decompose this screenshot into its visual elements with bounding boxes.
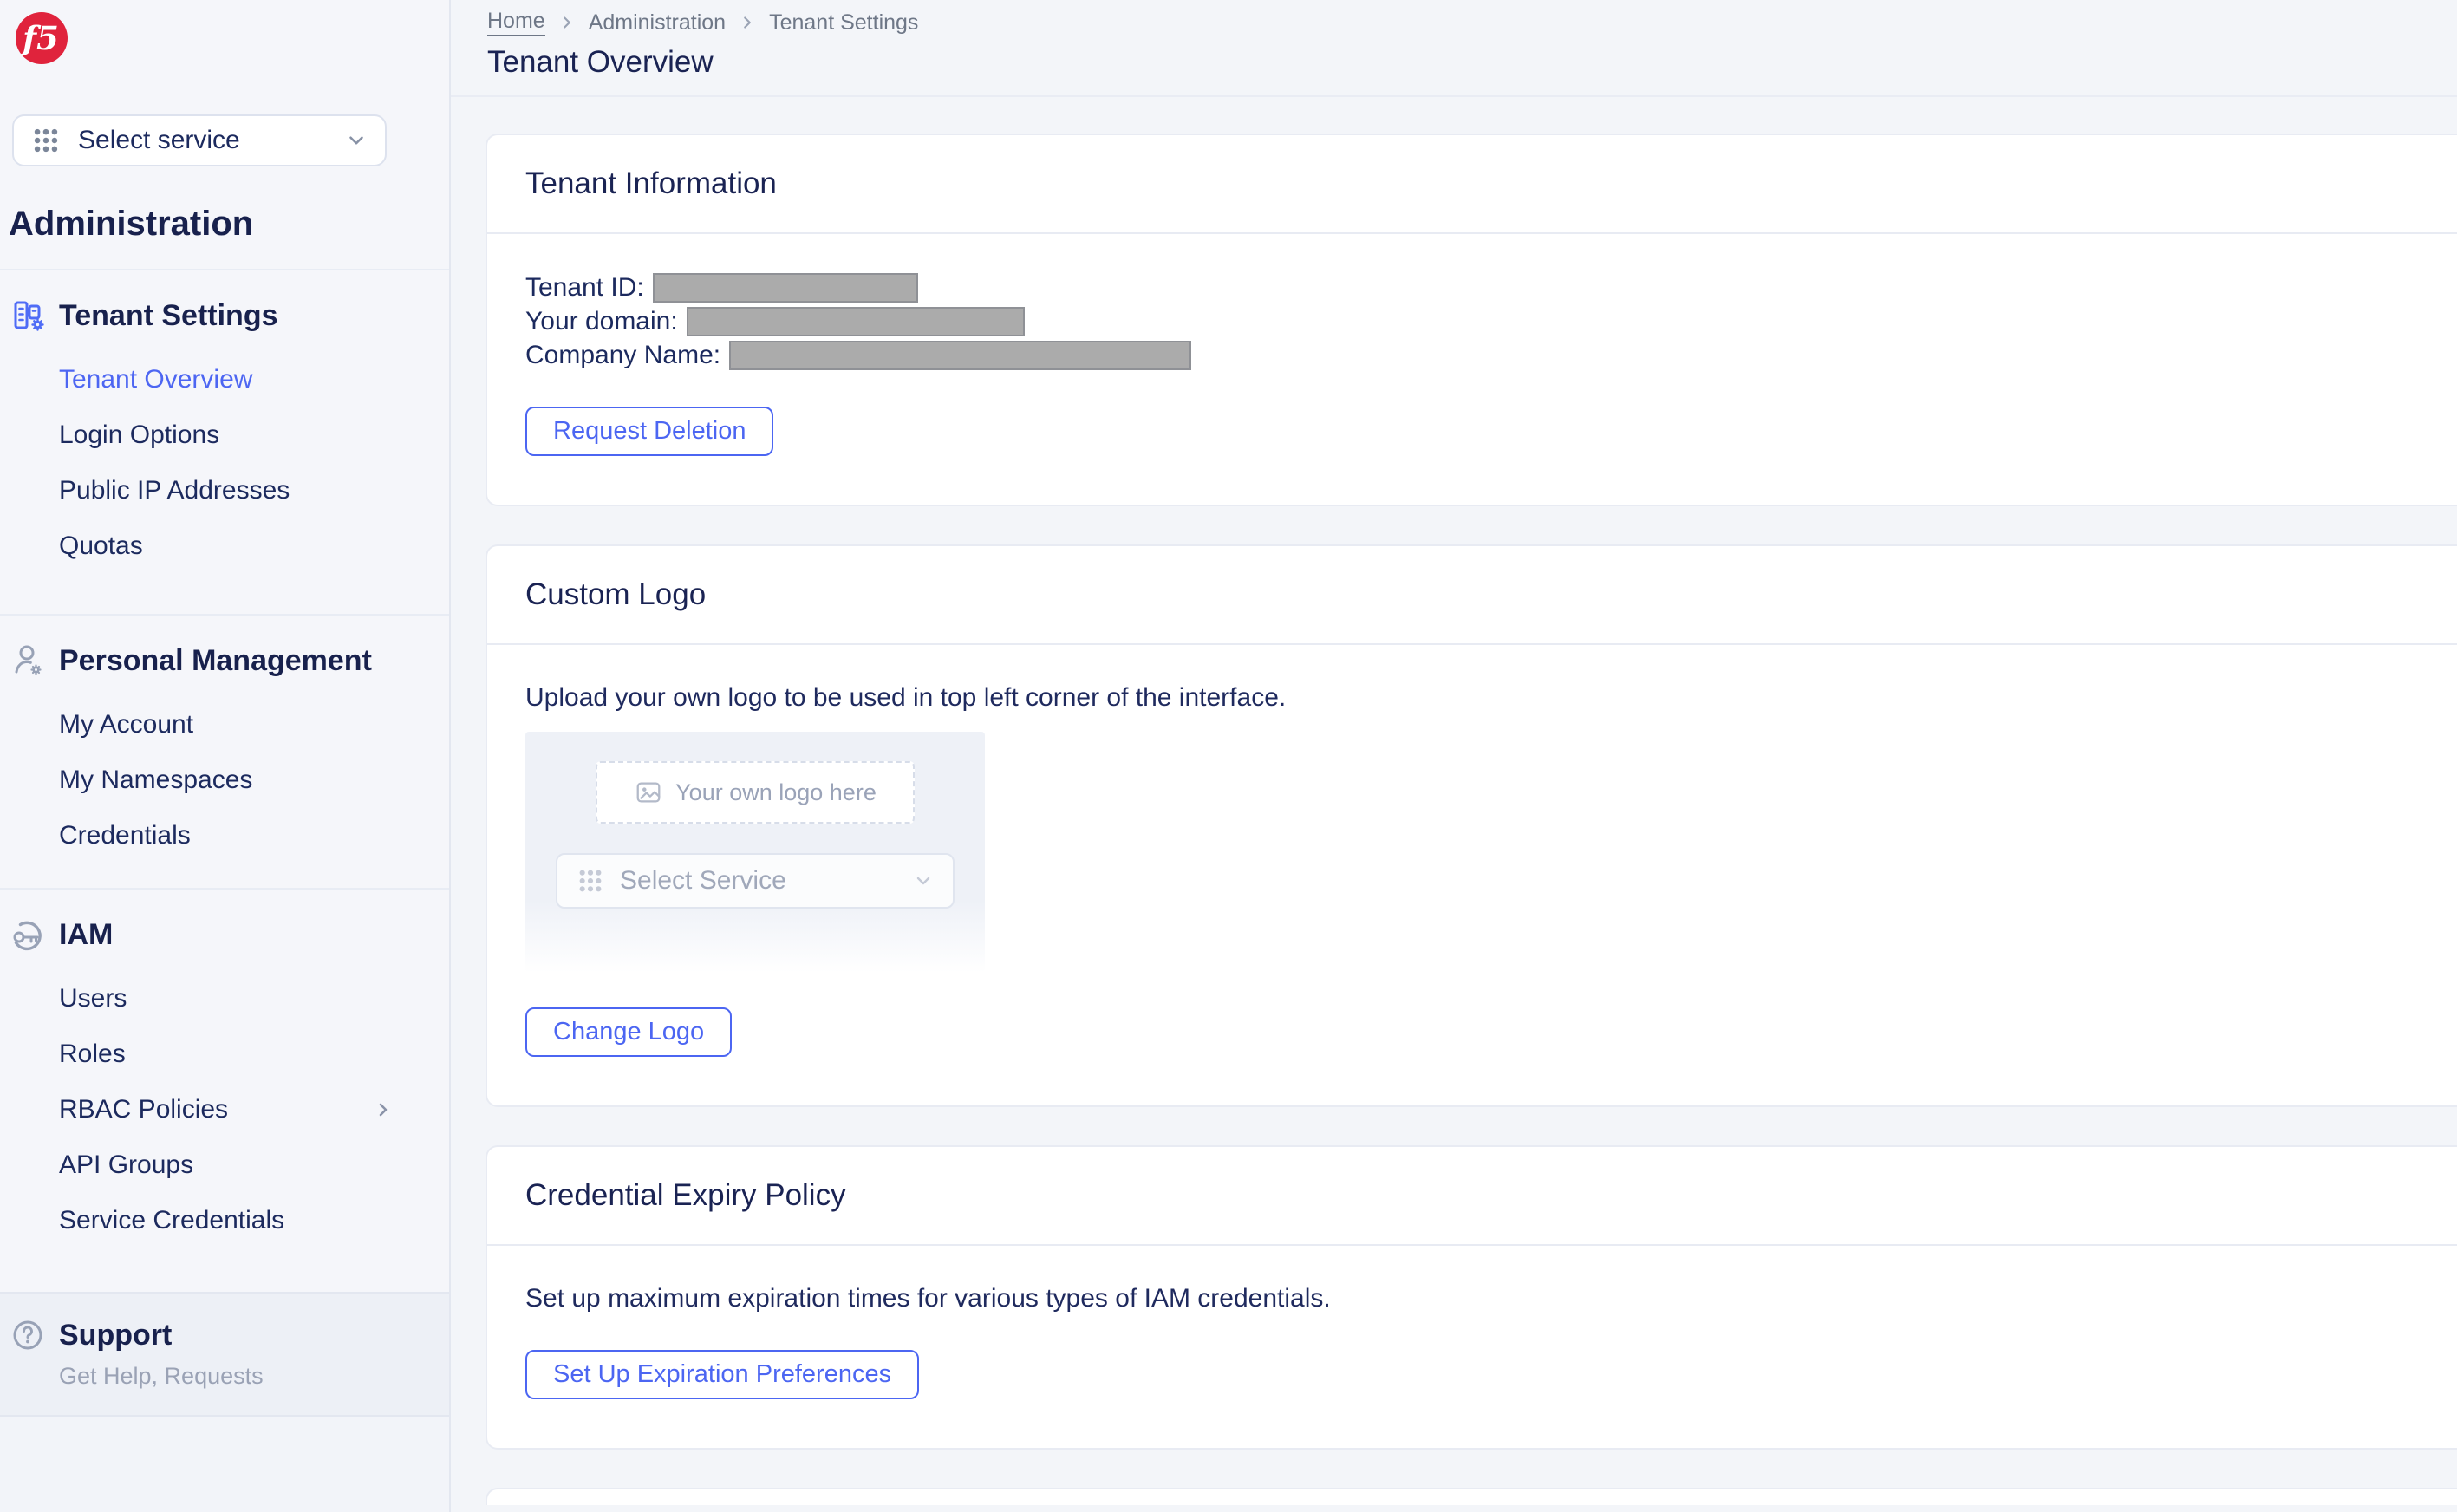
sidebar-item-my-namespaces[interactable]: My Namespaces bbox=[0, 753, 449, 808]
card-body: Tenant ID: Your domain: Company Name: Re… bbox=[487, 232, 2457, 505]
chevron-right-icon bbox=[373, 1099, 394, 1120]
service-selector[interactable]: Select service bbox=[12, 114, 387, 166]
app-grid-icon bbox=[577, 867, 604, 895]
sidebar-item-tenant-overview[interactable]: Tenant Overview bbox=[0, 352, 449, 407]
nav-section-personal-management: Personal Management My Account My Namesp… bbox=[0, 614, 449, 888]
sidebar-filler bbox=[0, 1417, 449, 1512]
domain-row: Your domain: bbox=[525, 304, 2419, 338]
sidebar-item-roles[interactable]: Roles bbox=[0, 1026, 449, 1082]
brand-logo[interactable]: f5 bbox=[0, 0, 449, 66]
sidebar-item-rbac-policies[interactable]: RBAC Policies bbox=[0, 1082, 449, 1137]
breadcrumb-home-link[interactable]: Home bbox=[487, 9, 545, 36]
section-head-support: Support bbox=[0, 1316, 449, 1354]
sidebar-item-quotas[interactable]: Quotas bbox=[0, 518, 449, 574]
redacted-company-name-value bbox=[729, 341, 1191, 370]
chevron-right-icon bbox=[738, 13, 757, 32]
support-subtitle: Get Help, Requests bbox=[0, 1361, 449, 1391]
card-header: Tenant Information bbox=[487, 135, 2457, 232]
custom-logo-card: Custom Logo Upload your own logo to be u… bbox=[486, 544, 2457, 1107]
preview-service-selector: Select Service bbox=[556, 853, 955, 909]
company-name-row: Company Name: bbox=[525, 338, 2419, 372]
sidebar-item-public-ip-addresses[interactable]: Public IP Addresses bbox=[0, 463, 449, 518]
card-body: Upload your own logo to be used in top l… bbox=[487, 643, 2457, 1105]
domain-label: Your domain: bbox=[525, 307, 678, 336]
chevron-down-icon bbox=[345, 129, 368, 152]
tenant-id-row: Tenant ID: bbox=[525, 270, 2419, 304]
tenant-id-label: Tenant ID: bbox=[525, 273, 644, 303]
custom-logo-description: Upload your own logo to be used in top l… bbox=[525, 681, 2419, 714]
sidebar: f5 Select service Administration bbox=[0, 0, 451, 1512]
sidebar-item-label: RBAC Policies bbox=[59, 1095, 228, 1124]
app-grid-icon bbox=[31, 126, 61, 155]
nav-section-tenant-settings: Tenant Settings Tenant Overview Login Op… bbox=[0, 269, 449, 614]
set-up-expiration-preferences-button[interactable]: Set Up Expiration Preferences bbox=[525, 1350, 919, 1399]
help-icon bbox=[9, 1316, 47, 1354]
key-icon bbox=[9, 916, 47, 954]
sidebar-item-service-credentials[interactable]: Service Credentials bbox=[0, 1193, 449, 1248]
logo-placeholder-text: Your own logo here bbox=[675, 779, 877, 806]
page-content: Tenant Information Tenant ID: Your domai… bbox=[451, 97, 2457, 1512]
breadcrumb-administration[interactable]: Administration bbox=[589, 10, 726, 36]
sidebar-item-api-groups[interactable]: API Groups bbox=[0, 1137, 449, 1193]
preview-service-selector-label: Select Service bbox=[620, 866, 913, 896]
breadcrumb-tenant-settings[interactable]: Tenant Settings bbox=[769, 10, 918, 36]
page-header: Home Administration Tenant Settings Tena… bbox=[451, 0, 2457, 97]
redacted-domain-value bbox=[687, 307, 1025, 336]
card-title: Credential Expiry Policy bbox=[525, 1178, 2419, 1213]
support-title: Support bbox=[59, 1319, 172, 1352]
section-title: Tenant Settings bbox=[59, 299, 278, 333]
sidebar-nav: Tenant Settings Tenant Overview Login Op… bbox=[0, 269, 449, 1512]
chevron-down-icon bbox=[913, 870, 934, 891]
logo-placeholder-box: Your own logo here bbox=[596, 761, 915, 824]
sidebar-support[interactable]: Support Get Help, Requests bbox=[0, 1292, 449, 1417]
redacted-tenant-id-value bbox=[653, 273, 918, 303]
request-deletion-button[interactable]: Request Deletion bbox=[525, 407, 773, 456]
chevron-right-icon bbox=[557, 13, 577, 32]
main-area: Home Administration Tenant Settings Tena… bbox=[451, 0, 2457, 1512]
building-gear-icon bbox=[9, 297, 47, 335]
svg-text:f5: f5 bbox=[20, 19, 59, 57]
card-header: Custom Logo bbox=[487, 546, 2457, 643]
person-gear-icon bbox=[9, 642, 47, 680]
nav-section-iam: IAM Users Roles RBAC Policies API Groups… bbox=[0, 888, 449, 1292]
page-title: Tenant Overview bbox=[487, 45, 2457, 80]
card-body: Set up maximum expiration times for vari… bbox=[487, 1244, 2457, 1448]
section-head-personal-management[interactable]: Personal Management bbox=[0, 642, 449, 680]
sidebar-item-login-options[interactable]: Login Options bbox=[0, 407, 449, 463]
logo-preview-illustration: Your own logo here Select Service bbox=[525, 732, 985, 973]
section-title: Personal Management bbox=[59, 644, 372, 678]
credential-expiry-card: Credential Expiry Policy Set up maximum … bbox=[486, 1145, 2457, 1450]
sidebar-item-my-account[interactable]: My Account bbox=[0, 697, 449, 753]
section-head-iam[interactable]: IAM bbox=[0, 916, 449, 954]
sidebar-admin-title: Administration bbox=[9, 205, 449, 243]
change-logo-button[interactable]: Change Logo bbox=[525, 1007, 732, 1057]
section-title: IAM bbox=[59, 918, 113, 952]
company-name-label: Company Name: bbox=[525, 341, 720, 370]
card-title: Tenant Information bbox=[525, 166, 2419, 201]
section-head-tenant-settings[interactable]: Tenant Settings bbox=[0, 297, 449, 335]
card-title: Custom Logo bbox=[525, 577, 2419, 612]
credential-expiry-description: Set up maximum expiration times for vari… bbox=[525, 1282, 2419, 1315]
next-card-peek bbox=[486, 1488, 2457, 1505]
sidebar-item-credentials[interactable]: Credentials bbox=[0, 808, 449, 864]
image-icon bbox=[634, 778, 663, 807]
card-header: Credential Expiry Policy bbox=[487, 1147, 2457, 1244]
service-selector-label: Select service bbox=[78, 126, 345, 155]
breadcrumb: Home Administration Tenant Settings bbox=[487, 9, 2457, 36]
sidebar-item-users[interactable]: Users bbox=[0, 971, 449, 1026]
f5-logo-icon: f5 bbox=[16, 12, 68, 64]
tenant-information-card: Tenant Information Tenant ID: Your domai… bbox=[486, 134, 2457, 506]
